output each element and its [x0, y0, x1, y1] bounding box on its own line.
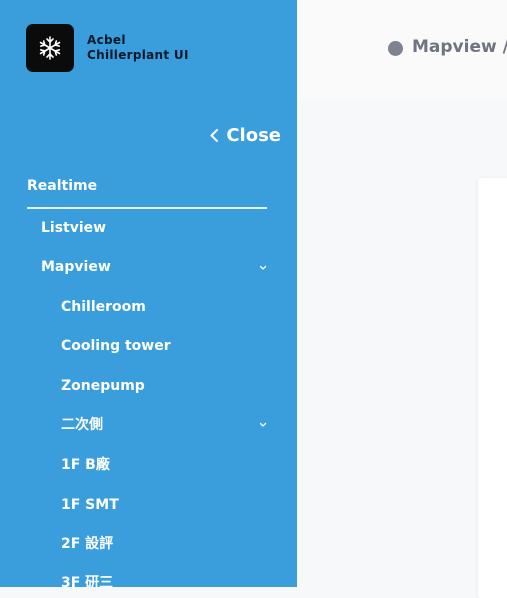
- nav-item-1f-smt[interactable]: 1F SMT: [61, 493, 119, 517]
- app-title: Acbel Chillerplant UI: [87, 33, 189, 63]
- chevron-left-icon: [210, 129, 219, 142]
- close-sidebar-button[interactable]: Close: [210, 125, 281, 146]
- nav-item-cooling-tower[interactable]: Cooling tower: [61, 334, 171, 358]
- breadcrumb: Mapview / C: [412, 37, 507, 57]
- sidebar: Acbel Chillerplant UI Close Realtime Lis…: [0, 0, 297, 587]
- app-logo[interactable]: [26, 24, 74, 72]
- nav-item-1f-b-plant[interactable]: 1F B廠: [61, 453, 110, 477]
- nav-item-mapview[interactable]: Mapview: [41, 255, 111, 279]
- chevron-down-icon[interactable]: [258, 263, 268, 273]
- nav-item-2f-design[interactable]: 2F 設評: [61, 532, 113, 556]
- content-card: [478, 178, 507, 598]
- nav-item-listview[interactable]: Listview: [41, 216, 106, 240]
- breadcrumb-dot-icon: [388, 41, 403, 56]
- app-title-line1: Acbel: [87, 33, 126, 47]
- section-divider: [27, 207, 267, 209]
- close-label: Close: [226, 125, 281, 146]
- section-title-realtime: Realtime: [27, 178, 98, 194]
- nav-item-zonepump[interactable]: Zonepump: [61, 374, 145, 398]
- nav-item-secondary-side[interactable]: 二次側: [61, 413, 103, 437]
- nav-item-chilleroom[interactable]: Chilleroom: [61, 295, 146, 319]
- chevron-down-icon[interactable]: [258, 420, 268, 430]
- nav-item-3f-rd3[interactable]: 3F 研三: [61, 571, 113, 587]
- app-title-line2: Chillerplant UI: [87, 48, 189, 62]
- snowflake-icon: [39, 36, 61, 60]
